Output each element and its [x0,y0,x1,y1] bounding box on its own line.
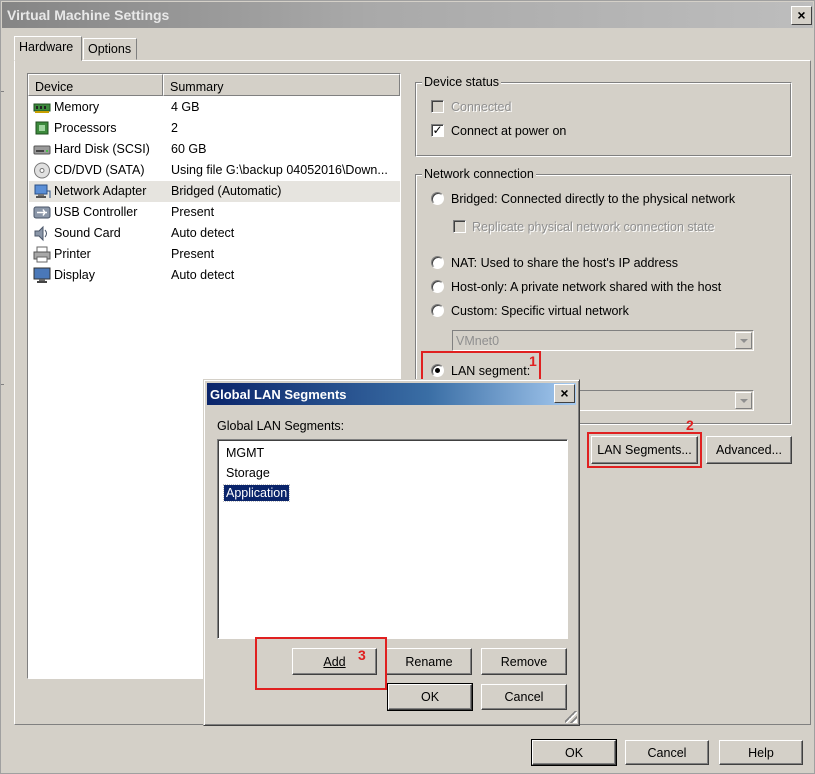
connect-at-power-on-label: Connect at power on [451,124,567,138]
network-connection-title: Network connection [422,167,536,181]
custom-label: Custom: Specific virtual network [451,304,629,318]
list-item[interactable]: Application [222,484,291,502]
annotation-number-2: 2 [686,417,694,433]
device-row-sound-card[interactable]: Sound Card Auto detect [29,223,400,244]
lan-segments-list-label: Global LAN Segments: [217,419,345,433]
device-name: Sound Card [54,226,121,240]
dialog-ok-button[interactable]: OK [387,683,473,711]
device-row-usb-controller[interactable]: USB Controller Present [29,202,400,223]
host-only-radio[interactable] [431,280,444,293]
window-close-button[interactable]: × [791,6,812,25]
device-status-title: Device status [422,75,502,89]
divider [1,384,4,385]
dialog-cancel-button[interactable]: Cancel [481,684,567,710]
nat-label: NAT: Used to share the host's IP address [451,256,679,270]
device-row-display[interactable]: Display Auto detect [29,265,400,286]
list-item[interactable]: Storage [224,465,272,481]
device-summary: Bridged (Automatic) [171,184,282,198]
device-summary: 4 GB [171,100,200,114]
device-row-processors[interactable]: Processors 2 [29,118,400,139]
device-name: CD/DVD (SATA) [54,163,145,177]
device-row-cd-dvd[interactable]: CD/DVD (SATA) Using file G:\backup 04052… [29,160,400,181]
custom-network-select[interactable]: VMnet0 [452,330,754,351]
connected-checkbox[interactable] [431,100,444,113]
display-icon [33,267,51,283]
bridged-radio[interactable] [431,192,444,205]
tab-hardware[interactable]: Hardware [14,36,82,61]
tab-options[interactable]: Options [83,38,137,60]
lan-segments-listbox[interactable]: MGMT Storage Application [217,439,568,639]
connect-at-power-on-checkbox[interactable]: ✓ [431,124,444,137]
device-summary: 60 GB [171,142,207,156]
host-only-label: Host-only: A private network shared with… [451,280,722,294]
replicate-label: Replicate physical network connection st… [472,220,715,234]
hard-disk-icon [33,145,51,155]
remove-button[interactable]: Remove [481,648,567,675]
rename-button[interactable]: Rename [386,648,472,675]
network-adapter-icon [34,184,51,198]
cancel-button[interactable]: Cancel [625,740,709,765]
title-bar[interactable]: Virtual Machine Settings [2,2,813,28]
device-row-memory[interactable]: Memory 4 GB [29,97,400,118]
column-header-device[interactable]: Device [28,74,163,96]
printer-icon [33,246,51,263]
custom-radio[interactable] [431,304,444,317]
annotation-number-1: 1 [529,353,537,369]
device-name: Hard Disk (SCSI) [54,142,150,156]
chevron-down-icon[interactable] [735,392,752,409]
device-row-printer[interactable]: Printer Present [29,244,400,265]
sound-card-icon [34,225,47,242]
device-summary: Auto detect [171,226,235,240]
annotation-number-3: 3 [358,647,366,663]
column-header-summary[interactable]: Summary [163,74,400,96]
radio-dot [435,368,440,373]
device-name: Display [54,268,95,282]
add-button-label: Add [323,654,346,669]
device-summary: Using file G:\backup 04052016\Down... [171,163,388,177]
device-summary: Auto detect [171,268,235,282]
device-name: USB Controller [54,205,138,219]
device-status-group [415,82,792,157]
device-name: Memory [54,100,100,114]
custom-network-value: VMnet0 [456,334,500,348]
replicate-checkbox[interactable] [453,220,466,233]
cd-dvd-icon [34,162,50,179]
ok-button[interactable]: OK [531,739,617,766]
device-summary: 2 [171,121,178,135]
connected-label: Connected [451,100,512,114]
usb-icon [33,206,51,219]
bridged-label: Bridged: Connected directly to the physi… [451,192,736,206]
advanced-button[interactable]: Advanced... [706,436,792,464]
list-item[interactable]: MGMT [224,445,266,461]
nat-radio[interactable] [431,256,444,269]
lan-segments-button[interactable]: LAN Segments... [591,436,698,464]
dialog-close-button[interactable]: × [554,384,575,403]
window-title: Virtual Machine Settings [7,7,170,23]
device-name: Printer [54,247,91,261]
dialog-title-bar[interactable]: Global LAN Segments [207,383,576,405]
device-summary: Present [171,247,215,261]
lan-segment-label: LAN segment: [451,364,531,378]
device-row-hard-disk[interactable]: Hard Disk (SCSI) 60 GB [29,139,400,160]
dialog-title: Global LAN Segments [210,387,347,402]
help-button[interactable]: Help [719,740,803,765]
divider [1,91,4,92]
device-row-network-adapter[interactable]: Network Adapter Bridged (Automatic) [29,181,400,202]
global-lan-segments-dialog: Global LAN Segments × Global LAN Segment… [203,379,580,726]
device-name: Network Adapter [54,184,147,198]
resize-grip[interactable] [565,711,577,723]
processor-icon [35,121,49,135]
chevron-down-icon[interactable] [735,332,752,349]
device-summary: Present [171,205,215,219]
lan-segment-radio[interactable] [431,364,444,377]
device-name: Processors [54,121,117,135]
memory-icon [33,103,51,113]
